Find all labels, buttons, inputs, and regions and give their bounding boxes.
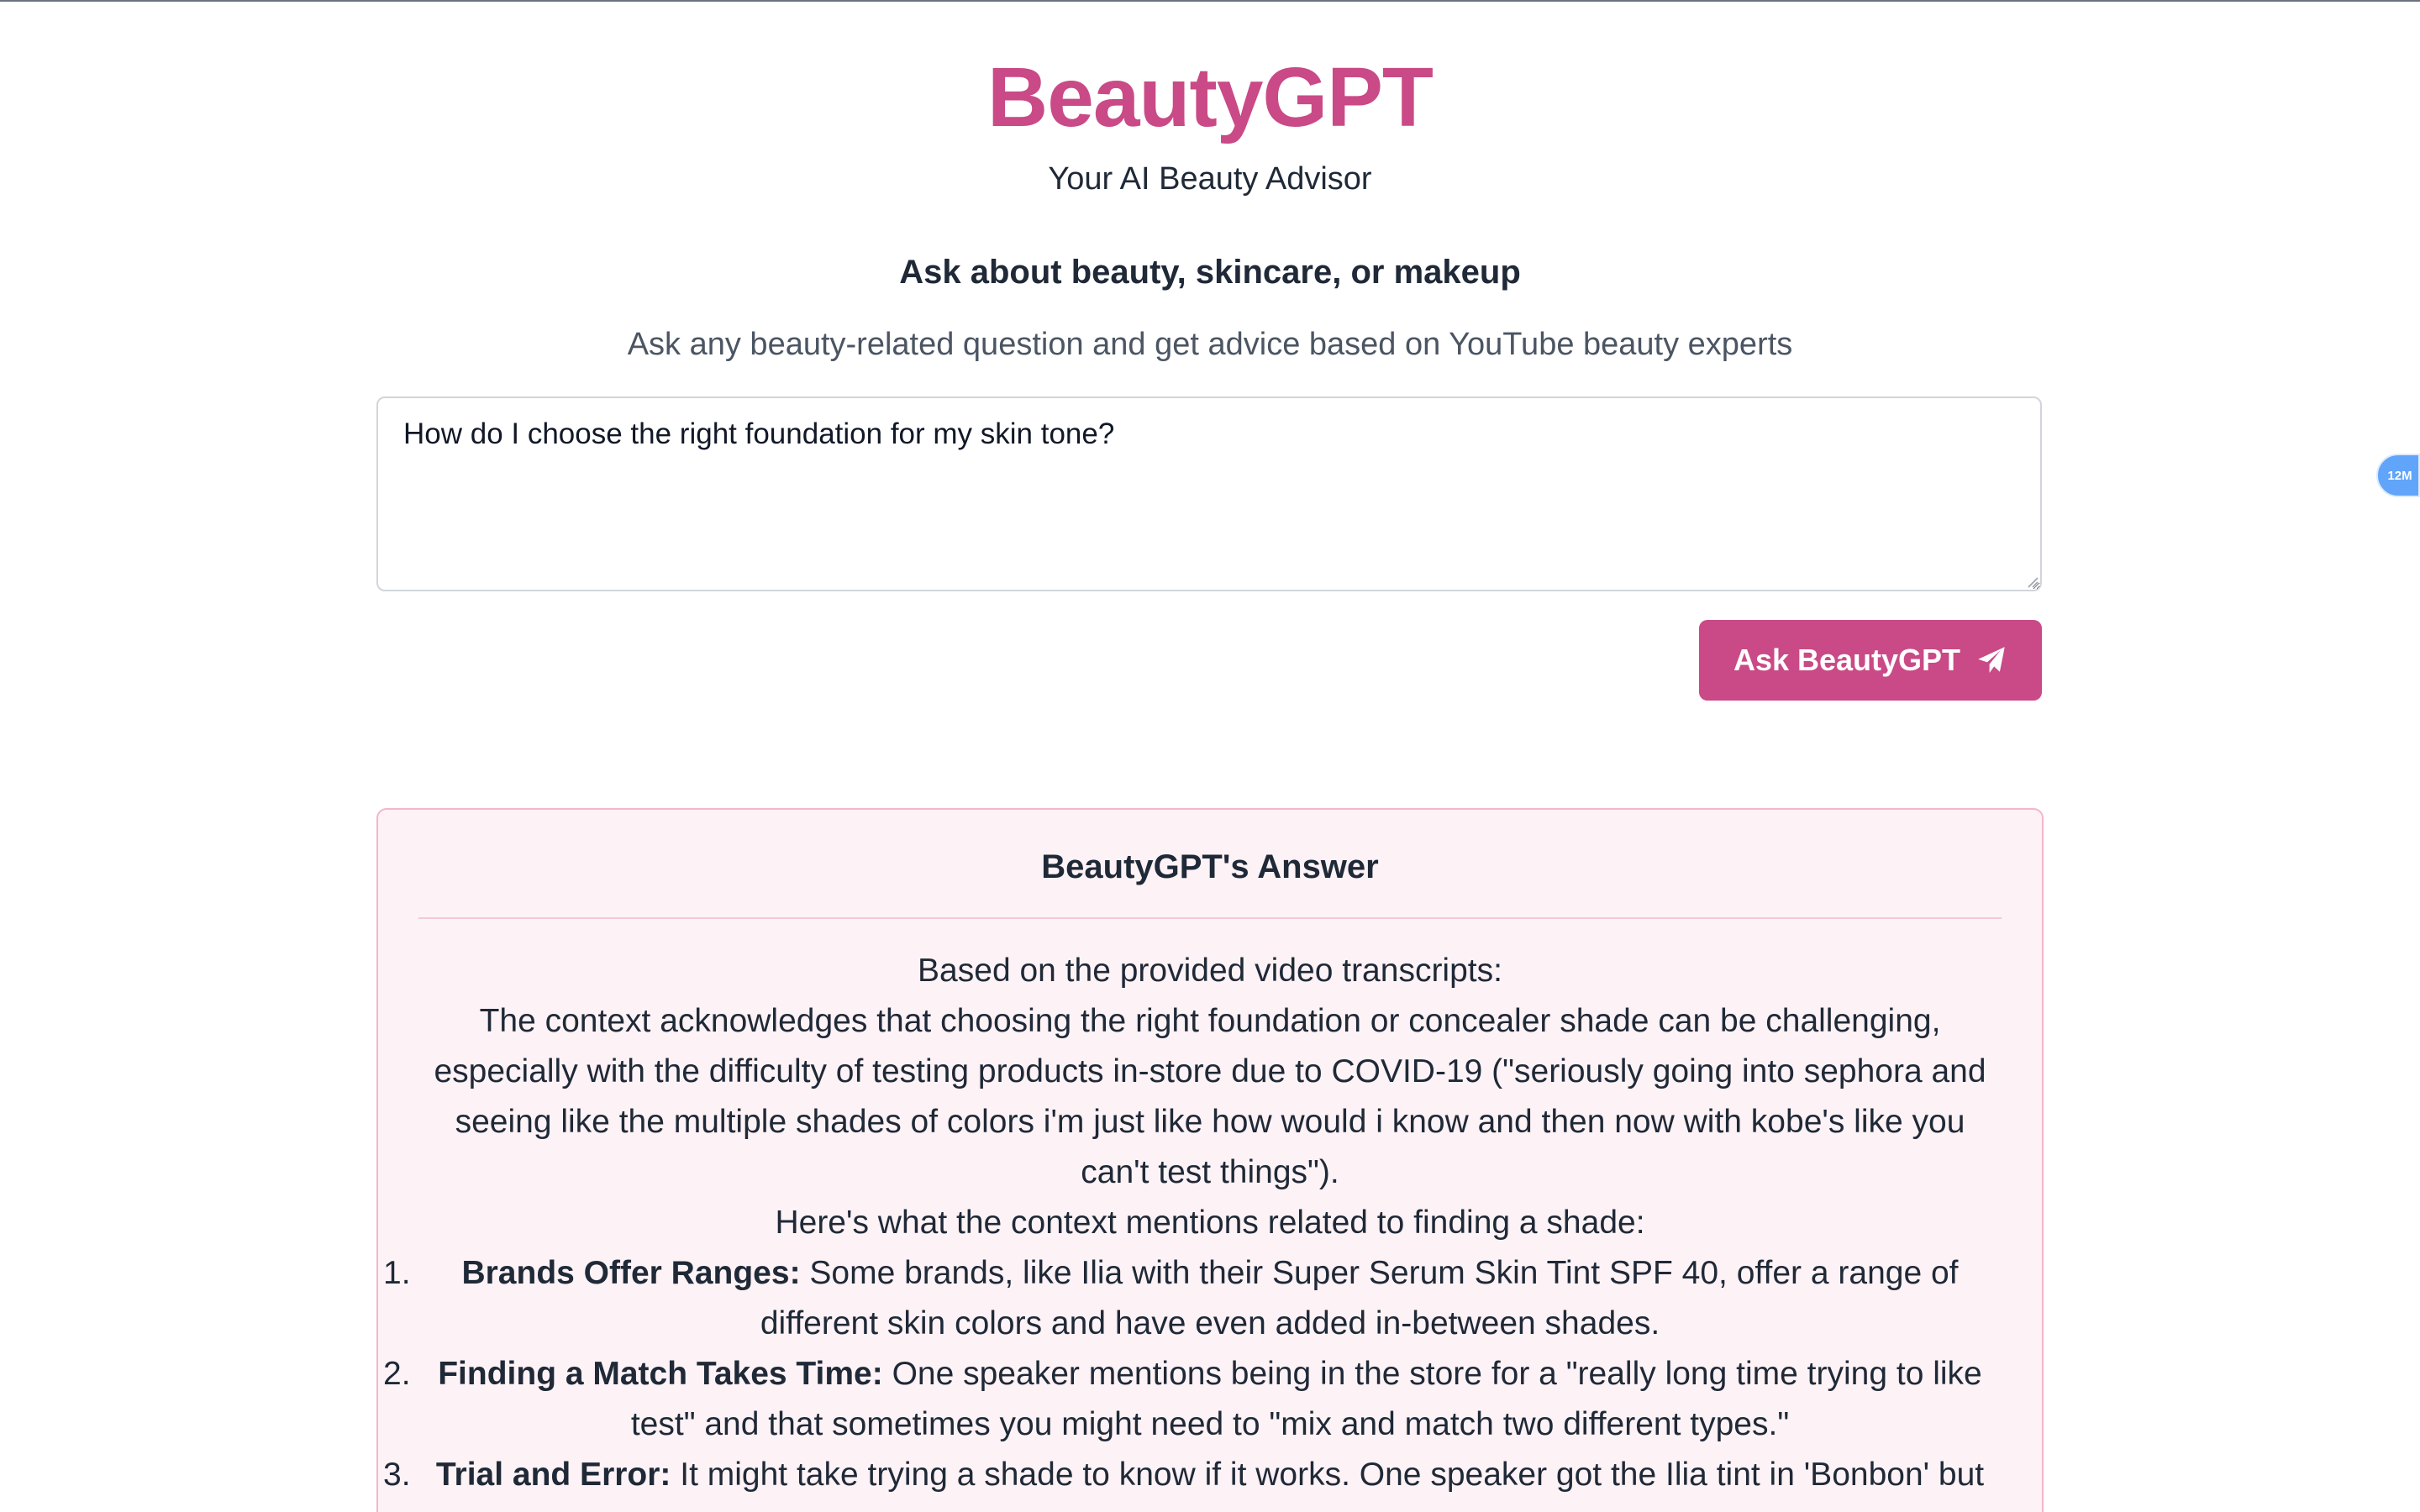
list-item-number: 2. bbox=[383, 1356, 411, 1392]
page: BeautyGPT Your AI Beauty Advisor Ask abo… bbox=[0, 0, 2420, 1512]
list-item-title: Trial and Error: bbox=[435, 1457, 671, 1493]
list-item-title: Finding a Match Takes Time: bbox=[438, 1356, 883, 1392]
list-item: 1. Brands Offer Ranges: Some brands, lik… bbox=[378, 1248, 2042, 1349]
list-item-number: 3. bbox=[383, 1457, 411, 1493]
answer-body: Based on the provided video transcripts:… bbox=[378, 946, 2042, 1500]
list-item-text: It might take trying a shade to know if … bbox=[671, 1457, 1985, 1493]
list-item-title: Brands Offer Ranges: bbox=[461, 1255, 801, 1291]
top-border bbox=[0, 0, 2420, 2]
app-subtitle: Your AI Beauty Advisor bbox=[1048, 161, 1372, 197]
answer-intro: Based on the provided video transcripts: bbox=[918, 953, 1502, 989]
answer-title: BeautyGPT's Answer bbox=[1041, 848, 1379, 885]
answer-divider bbox=[418, 917, 2002, 919]
answer-list-intro: Here's what the context mentions related… bbox=[775, 1205, 1645, 1241]
list-item-number: 1. bbox=[383, 1255, 411, 1291]
side-badge[interactable]: 12M bbox=[2376, 454, 2420, 497]
ask-heading: Ask about beauty, skincare, or makeup bbox=[899, 254, 1521, 291]
app-title: BeautyGPT bbox=[986, 50, 1434, 144]
paper-plane-icon bbox=[1978, 647, 2005, 673]
resize-grip-icon[interactable] bbox=[2027, 576, 2039, 588]
answer-context: The context acknowledges that choosing t… bbox=[434, 1003, 1986, 1190]
list-item: 2. Finding a Match Takes Time: One speak… bbox=[378, 1349, 2042, 1450]
ask-description: Ask any beauty-related question and get … bbox=[627, 327, 1793, 362]
ask-button-label: Ask BeautyGPT bbox=[1733, 643, 1961, 677]
ask-button[interactable]: Ask BeautyGPT bbox=[1699, 620, 2042, 701]
app-header: BeautyGPT Your AI Beauty Advisor bbox=[0, 44, 2420, 198]
question-input[interactable] bbox=[376, 396, 2042, 591]
answer-list: 1. Brands Offer Ranges: Some brands, lik… bbox=[378, 1248, 2042, 1500]
list-item-text: Some brands, like Ilia with their Super … bbox=[760, 1255, 1959, 1341]
answer-card: BeautyGPT's Answer Based on the provided… bbox=[376, 808, 2044, 1512]
list-item: 3. Trial and Error: It might take trying… bbox=[378, 1450, 2042, 1500]
